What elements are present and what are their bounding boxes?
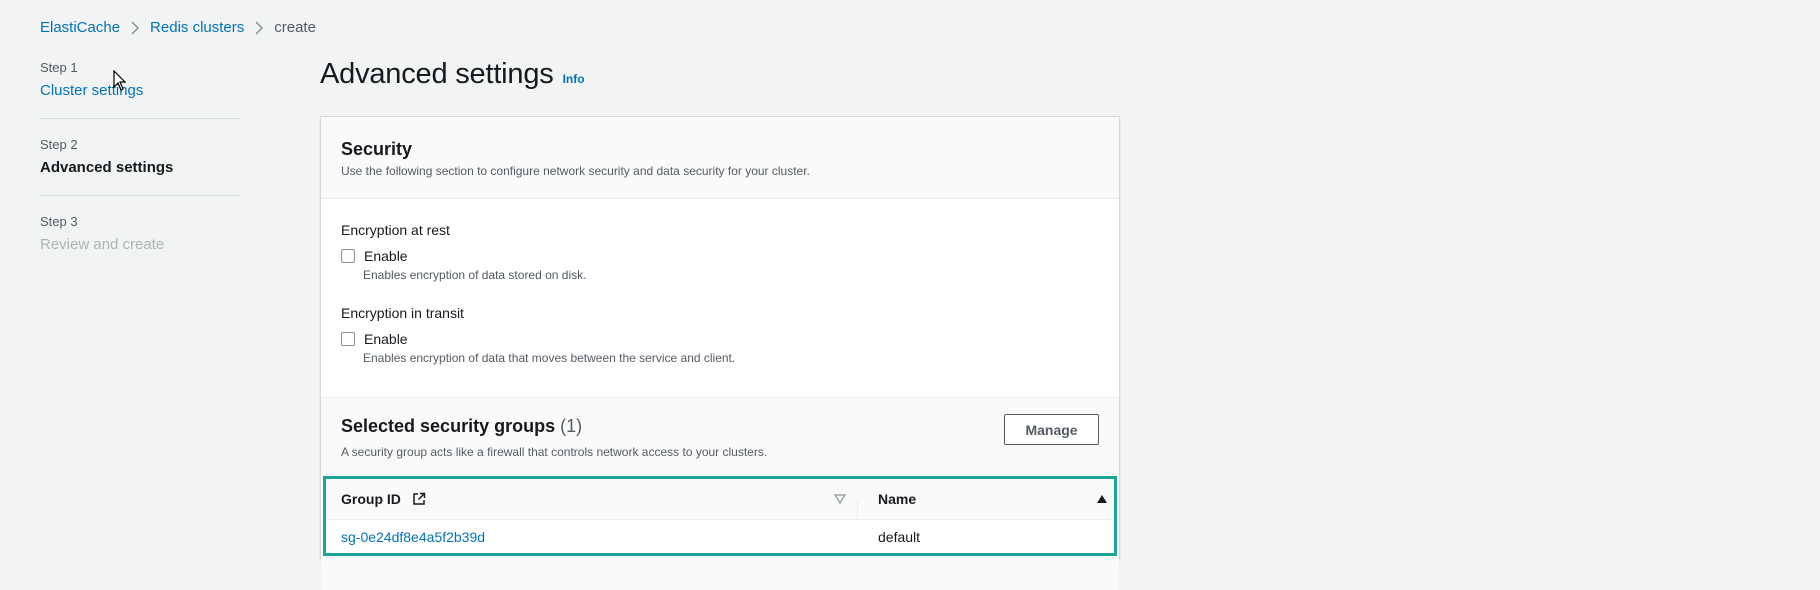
external-link-icon[interactable] (412, 492, 426, 506)
group-id-link[interactable]: sg-0e24df8e4a5f2b39d (326, 529, 858, 545)
encryption-in-transit-option: Enable (341, 331, 1099, 347)
step-link-cluster-settings[interactable]: Cluster settings (40, 82, 240, 100)
step-number: Step 1 (40, 60, 78, 75)
page-header: Advanced settings Info (320, 58, 585, 91)
column-header-label: Name (878, 491, 917, 507)
column-header-name[interactable]: Name (858, 491, 1114, 507)
encryption-at-rest-checkbox[interactable] (341, 249, 355, 263)
checkbox-label[interactable]: Enable (364, 248, 408, 264)
security-groups-count: (1) (560, 416, 583, 436)
column-header-label: Group ID (341, 491, 401, 507)
mouse-cursor-icon (113, 70, 127, 91)
field-label: Encryption at rest (341, 222, 450, 238)
breadcrumb: ElastiCache Redis clusters create (40, 19, 316, 36)
security-description: Use the following section to configure n… (341, 164, 810, 178)
manage-button[interactable]: Manage (1004, 414, 1099, 445)
encryption-in-transit-checkbox[interactable] (341, 332, 355, 346)
encryption-in-transit-field: Encryption in transit Enable Enables enc… (341, 304, 1099, 365)
chevron-right-icon (120, 20, 150, 35)
wizard-steps-nav: Step 1 Cluster settings Step 2 Advanced … (40, 60, 240, 254)
step-number: Step 2 (40, 137, 78, 152)
breadcrumb-current: create (274, 19, 316, 36)
column-header-group-id[interactable]: Group ID (326, 491, 858, 521)
breadcrumb-redis-clusters[interactable]: Redis clusters (150, 19, 244, 36)
step-1: Step 1 Cluster settings (40, 60, 240, 100)
sort-ascending-icon[interactable] (1096, 494, 1108, 504)
step-current-advanced-settings: Advanced settings (40, 159, 174, 176)
breadcrumb-elasticache[interactable]: ElastiCache (40, 19, 120, 36)
chevron-right-icon (244, 20, 274, 35)
security-header: Security Use the following section to co… (321, 117, 1119, 199)
security-groups-description: A security group acts like a firewall th… (341, 445, 768, 459)
security-groups-title-text: Selected security groups (341, 416, 556, 436)
page-title: Advanced settings (320, 58, 554, 90)
checkbox-label[interactable]: Enable (364, 331, 408, 347)
step-3: Step 3 Review and create (40, 214, 240, 254)
encryption-at-rest-field: Encryption at rest Enable Enables encryp… (341, 221, 1099, 282)
group-name-cell: default (878, 529, 921, 545)
security-title: Security (341, 139, 413, 159)
field-label: Encryption in transit (341, 305, 464, 321)
encryption-at-rest-option: Enable (341, 248, 1099, 264)
step-review-and-create: Review and create (40, 236, 165, 253)
security-body: Encryption at rest Enable Enables encryp… (321, 221, 1119, 365)
security-container: Security Use the following section to co… (320, 116, 1120, 590)
table-header: Group ID Name (326, 479, 1114, 521)
security-groups-table: Group ID Name sg-0e24df8e4a5f2b39d defau… (323, 476, 1117, 556)
sort-descending-outline-icon[interactable] (834, 494, 846, 504)
divider (40, 118, 240, 119)
step-2: Step 2 Advanced settings (40, 137, 240, 177)
info-link[interactable]: Info (563, 72, 585, 86)
divider (40, 195, 240, 196)
checkbox-description: Enables encryption of data stored on dis… (363, 268, 587, 282)
step-number: Step 3 (40, 214, 78, 229)
security-groups-title: Selected security groups (1) (341, 416, 582, 437)
table-row: sg-0e24df8e4a5f2b39d default (326, 520, 1114, 554)
checkbox-description: Enables encryption of data that moves be… (363, 351, 736, 365)
